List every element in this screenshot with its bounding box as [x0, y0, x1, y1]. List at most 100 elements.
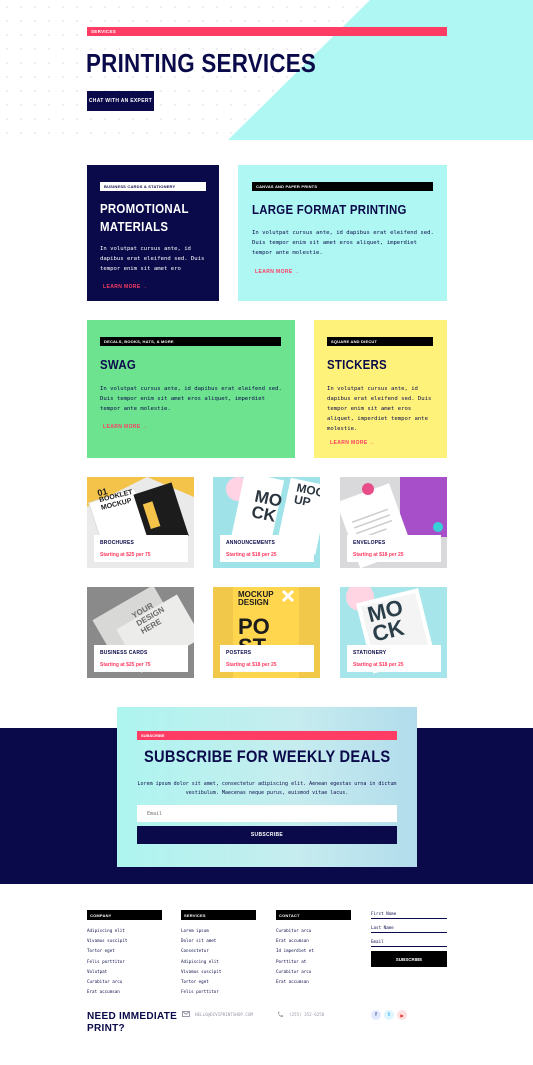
footer-link[interactable]: Erat accumsan — [276, 936, 351, 946]
footer-link[interactable]: Felis porttitor — [181, 987, 256, 997]
product-info: BROCHURES Starting at $25 per 75 — [94, 535, 188, 562]
footer-link[interactable]: Tortor eget — [87, 946, 162, 956]
product-price: Starting at $18 per 25 — [226, 552, 277, 558]
product-name: BROCHURES — [100, 540, 135, 546]
footer-link[interactable]: Erat accumsan — [87, 987, 162, 997]
footer-link[interactable]: Dolor sit amet — [181, 936, 256, 946]
card-tag: SQUARE AND DIECUT — [327, 337, 433, 346]
footer-link[interactable]: Consectetur — [181, 946, 256, 956]
first-name-field[interactable]: First Name — [371, 909, 447, 919]
footer-link[interactable]: Curabitur arcu — [276, 926, 351, 936]
footer-link[interactable]: Adipiscing elit — [87, 926, 162, 936]
need-print-heading: NEED IMMEDIATE PRINT? — [87, 1011, 177, 1035]
contact-phone[interactable]: (255) 352-6258 — [277, 1011, 324, 1018]
product-price: Starting at $25 per 75 — [100, 552, 151, 558]
hero-section: SERVICES PRINTING SERVICES CHAT WITH AN … — [0, 0, 533, 140]
need-line: NEED IMMEDIATE — [87, 1011, 178, 1022]
card-body: In volutpat cursus ante, id dapibus erat… — [252, 230, 434, 256]
product-info: ENVELOPES Starting at $18 per 25 — [347, 535, 441, 562]
mail-icon — [182, 1011, 190, 1017]
footer-links: Lorem ipsum Dolor sit amet Consectetur A… — [181, 926, 256, 997]
last-name-field[interactable]: Last Name — [371, 923, 447, 933]
card-body: In volutpat cursus ante, id dapibus erat… — [327, 386, 432, 432]
card-tag: BUSINESS CARDS & STATIONERY — [100, 182, 206, 191]
product-tile-stationery[interactable]: MO CK STATIONERY Starting at $18 per 25 — [340, 587, 447, 678]
subscribe-title-text: SUBSCRIBE FOR WEEKLY DEALS — [143, 747, 391, 766]
product-tile-business-cards[interactable]: YOUR DESIGN HERE BUSINESS CARDS Starting… — [87, 587, 194, 678]
learn-more-link[interactable]: LEARN MORE → — [330, 440, 375, 446]
product-price: Starting at $18 per 25 — [353, 552, 404, 558]
product-info: POSTERS Starting at $18 per 25 — [220, 645, 314, 672]
card-title: LARGE FORMAT PRINTING — [252, 202, 407, 217]
footer-link[interactable]: Felis porttitor — [87, 957, 162, 967]
product-tile-envelopes[interactable]: ENVELOPES Starting at $18 per 25 — [340, 477, 447, 568]
footer-subscribe-button[interactable]: SUBSCRIBE — [371, 951, 447, 967]
footer-link[interactable]: Vivamus suscipit — [181, 967, 256, 977]
learn-more-link[interactable]: LEARN MORE → — [103, 284, 148, 290]
footer-link[interactable]: Vivamus suscipit — [87, 936, 162, 946]
footer-link[interactable]: Adipiscing elit — [181, 957, 256, 967]
product-name: ANNOUNCEMENTS — [226, 540, 275, 546]
product-name: STATIONERY — [353, 650, 387, 656]
product-info: ANNOUNCEMENTS Starting at $18 per 25 — [220, 535, 314, 562]
contact-email[interactable]: HELLO@DIVIPRINTSHOP.COM — [182, 1011, 253, 1017]
facebook-icon[interactable]: f — [371, 1010, 381, 1020]
footer-link[interactable]: Porttitor at — [276, 957, 351, 967]
footer-link[interactable]: Erat accumsan — [276, 977, 351, 987]
footer-link[interactable]: Lorem ipsum — [181, 926, 256, 936]
subscribe-tag: SUBSCRIBE — [137, 731, 397, 740]
footer-heading: SERVICES — [181, 910, 256, 920]
product-tile-announcements[interactable]: MO CK MOCK UP ANNOUNCEMENTS Starting at … — [213, 477, 320, 568]
card-title-line: MATERIALS — [100, 218, 169, 234]
footer-contact: CONTACT Curabitur arcu Erat accumsan Id … — [276, 910, 351, 987]
footer-company: COMPANY Adipiscing elit Vivamus suscipit… — [87, 910, 162, 997]
poster-art-text: MOCKUP DESIGN — [238, 591, 274, 607]
phone-icon — [278, 1011, 283, 1017]
card-swag: DECALS, BOOKS, HATS, & MORE SWAG In volu… — [87, 320, 295, 458]
footer-link[interactable]: Curabitur arcu — [276, 967, 351, 977]
card-tag: DECALS, BOOKS, HATS, & MORE — [100, 337, 281, 346]
card-title: STICKERS — [327, 357, 387, 372]
product-info: STATIONERY Starting at $18 per 25 — [347, 645, 441, 672]
learn-more-link[interactable]: LEARN MORE → — [103, 424, 148, 430]
subscribe-button[interactable]: SUBSCRIBE — [137, 826, 397, 844]
product-tile-brochures[interactable]: 01 BOOKLET MOCKUP BROCHURES Starting at … — [87, 477, 194, 568]
footer-link[interactable]: Tortor eget — [181, 977, 256, 987]
footer-link[interactable]: Id imperdiet et — [276, 946, 351, 956]
email-field[interactable] — [137, 805, 397, 822]
learn-more-link[interactable]: LEARN MORE → — [255, 269, 300, 275]
youtube-icon[interactable]: ▶ — [397, 1010, 407, 1020]
card-title: SWAG — [100, 357, 137, 372]
product-name: BUSINESS CARDS — [100, 650, 148, 656]
product-price: Starting at $18 per 25 — [226, 662, 277, 668]
email-text: HELLO@DIVIPRINTSHOP.COM — [195, 1011, 253, 1017]
phone-text: (255) 352-6258 — [289, 1012, 325, 1017]
product-name: POSTERS — [226, 650, 252, 656]
footer-subscribe-form: First Name Last Name Email SUBSCRIBE — [371, 909, 447, 967]
subscribe-title: SUBSCRIBE FOR WEEKLY DEALS — [117, 747, 417, 767]
product-tile-posters[interactable]: MOCKUP DESIGN PO ST POSTERS Starting at … — [213, 587, 320, 678]
card-title: PROMOTIONAL MATERIALS — [100, 200, 189, 235]
product-price: Starting at $18 per 25 — [353, 662, 404, 668]
footer-links: Adipiscing elit Vivamus suscipit Tortor … — [87, 926, 162, 997]
footer-link[interactable]: Curabitur arcu — [87, 977, 162, 987]
card-stickers: SQUARE AND DIECUT STICKERS In volutpat c… — [314, 320, 447, 458]
footer-email-field[interactable]: Email — [371, 937, 447, 947]
footer-heading: COMPANY — [87, 910, 162, 920]
footer-link[interactable]: Volutpat — [87, 967, 162, 977]
footer-heading: CONTACT — [276, 910, 351, 920]
page-title: PRINTING SERVICES — [86, 48, 317, 78]
subscribe-text: Lorem ipsum dolor sit amet, consectetur … — [137, 781, 397, 796]
card-large-format: CANVAS AND PAPER PRINTS LARGE FORMAT PRI… — [238, 165, 447, 301]
card-promotional-materials: BUSINESS CARDS & STATIONERY PROMOTIONAL … — [87, 165, 219, 301]
card-tag: CANVAS AND PAPER PRINTS — [252, 182, 433, 191]
twitter-icon[interactable]: t — [384, 1010, 394, 1020]
card-title-line: PROMOTIONAL — [100, 201, 189, 216]
footer-links: Curabitur arcu Erat accumsan Id imperdie… — [276, 926, 351, 987]
art-line: DESIGN — [238, 598, 269, 607]
services-tag: SERVICES — [87, 27, 447, 36]
product-name: ENVELOPES — [353, 540, 386, 546]
card-body: In volutpat cursus ante, id dapibus erat… — [100, 246, 205, 272]
card-body: In volutpat cursus ante, id dapibus erat… — [100, 386, 282, 412]
chat-expert-button[interactable]: CHAT WITH AN EXPERT — [87, 91, 154, 111]
